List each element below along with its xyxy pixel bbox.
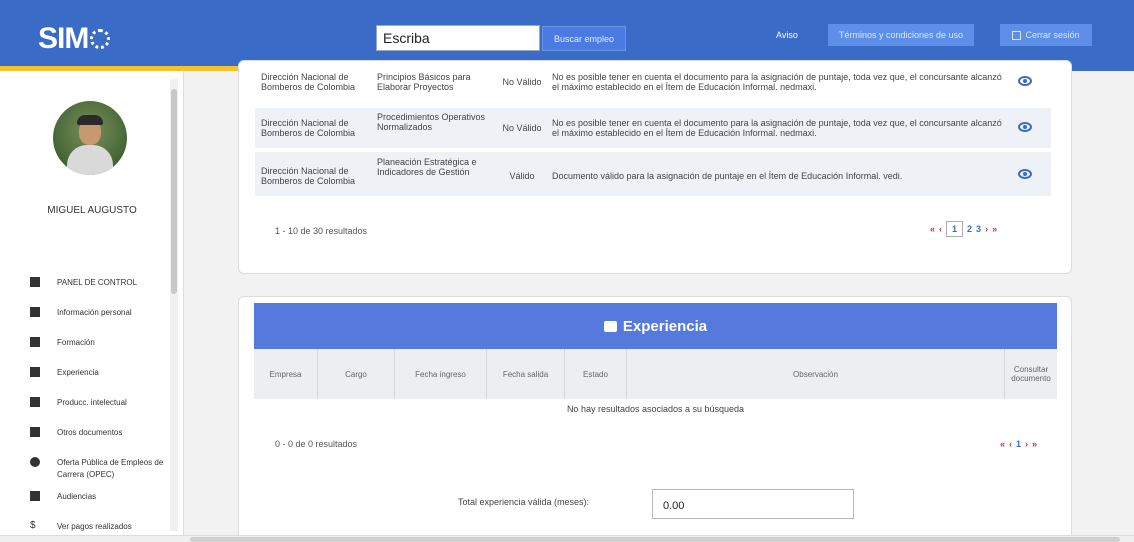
prev-page-button[interactable]: ‹ [939,224,942,234]
sidebar-item-label: Información personal [57,308,132,317]
sidebar-item-otros-documentos[interactable]: Otros documentos [30,427,170,457]
sidebar-item-audiencias[interactable]: Audiencias [30,491,170,521]
total-experience-label: Total experiencia válida (meses): [458,497,590,507]
institution-cell: Dirección Nacional de Bomberos de Colomb… [261,72,356,92]
page-1-button[interactable]: 1 [1016,439,1021,449]
status-cell: Válido [509,171,535,181]
sidebar-item-label: Experiencia [57,368,99,377]
people-icon [30,307,40,317]
sidebar: MIGUEL AUGUSTO PANEL DE CONTROL Informac… [0,71,184,535]
next-page-button[interactable]: › [1025,439,1028,449]
eye-icon[interactable] [1018,76,1032,86]
sidebar-item-personal[interactable]: Información personal [30,307,170,337]
first-page-button[interactable]: « [1000,439,1005,449]
audience-icon [30,491,40,501]
globe-icon [30,457,40,467]
pagination: « ‹ 1 2 3 › » [930,221,997,237]
horizontal-scrollbar[interactable] [0,535,1134,542]
gear-logo-icon [90,29,111,49]
observation-cell: Documento válido para la asignación de p… [552,171,903,181]
sidebar-item-opec[interactable]: Oferta Pública de Empleos de Carrera (OP… [30,457,170,491]
status-cell: No Válido [502,77,542,87]
first-page-button[interactable]: « [930,224,935,234]
results-count: 0 - 0 de 0 resultados [275,439,358,449]
book-icon [30,397,40,407]
observation-cell: No es posible tener en cuenta el documen… [552,72,1002,92]
sidebar-item-experiencia[interactable]: Experiencia [30,367,170,397]
last-page-button[interactable]: » [1032,439,1037,449]
sidebar-item-label: Ver pagos realizados [57,522,132,531]
page-2-button[interactable]: 2 [967,224,972,234]
sidebar-scrollbar[interactable] [170,79,178,531]
institution-cell: Dirección Nacional de Bomberos de Colomb… [261,166,356,186]
dashboard-icon [30,277,40,287]
aviso-link[interactable]: Aviso [776,30,798,40]
table-row: Dirección Nacional de Bomberos de Colomb… [255,108,1051,148]
eye-icon[interactable] [1018,122,1032,132]
sidebar-item-label: Formación [57,338,95,347]
experience-header: Experiencia [254,303,1057,349]
no-results-message: No hay resultados asociados a su búsqued… [566,404,745,414]
dollar-icon: $ [30,520,36,531]
avatar [53,101,127,175]
course-cell: Procedimientos Operativos Normalizados [377,112,486,132]
last-page-button[interactable]: » [992,224,997,234]
search-input[interactable]: Escriba [376,25,540,51]
briefcase-icon [603,320,617,332]
experience-title: Experiencia [622,317,708,335]
column-header[interactable]: Consultar documento [1005,349,1057,399]
sidebar-item-formacion[interactable]: Formación [30,337,170,367]
page-3-button[interactable]: 3 [976,224,981,234]
column-header[interactable]: Fecha salida [487,349,565,399]
sidebar-item-label: Audiencias [57,492,97,501]
experience-table-header: Empresa Cargo Fecha ingreso Fecha salida… [254,349,1057,399]
search-jobs-button[interactable]: Buscar empleo [542,26,626,51]
briefcase-icon [30,367,40,377]
logout-button[interactable]: Cerrar sesión [1000,24,1092,46]
terms-button[interactable]: Términos y condiciones de uso [828,24,974,46]
column-header[interactable]: Fecha ingreso [395,349,487,399]
results-count: 1 - 10 de 30 resultados [275,226,368,236]
sidebar-menu: PANEL DE CONTROL Información personal Fo… [30,277,170,542]
sidebar-item-label: Oferta Pública de Empleos de Carrera (OP… [57,458,164,479]
column-header[interactable]: Estado [565,349,627,399]
page-1-button[interactable]: 1 [946,221,964,237]
table-row: Dirección Nacional de Bomberos de Colomb… [255,72,1051,100]
course-cell: Planeación Estratégica e Indicadores de … [377,157,477,177]
prev-page-button[interactable]: ‹ [1009,439,1012,449]
graduation-icon [30,337,40,347]
column-header[interactable]: Empresa [254,349,318,399]
column-header[interactable]: Observación [627,349,1005,399]
simo-logo[interactable]: SIM [38,22,111,56]
observation-cell: No es posible tener en cuenta el documen… [552,118,1002,138]
column-header[interactable]: Cargo [318,349,395,399]
sidebar-item-panel[interactable]: PANEL DE CONTROL [30,277,170,307]
eye-icon[interactable] [1018,169,1032,179]
sidebar-item-label: Producc. intelectual [57,398,127,407]
total-experience-field: 0.00 [652,489,854,519]
institution-cell: Dirección Nacional de Bomberos de Colomb… [261,118,356,138]
top-bar: SIM Escriba Buscar empleo Aviso Términos… [0,0,1134,68]
next-page-button[interactable]: › [985,224,988,234]
logout-icon [1012,30,1022,40]
table-row: Dirección Nacional de Bomberos de Colomb… [255,152,1051,196]
sidebar-item-label: Otros documentos [57,428,123,437]
document-icon [30,427,40,437]
user-name: MIGUEL AUGUSTO [47,205,137,216]
sidebar-item-produccion[interactable]: Producc. intelectual [30,397,170,427]
status-cell: No Válido [502,123,542,133]
course-cell: Principios Básicos para Elaborar Proyect… [377,72,471,92]
pagination: « ‹ 1 › » [1000,439,1037,449]
logout-label: Cerrar sesión [1025,30,1080,40]
sidebar-item-label: PANEL DE CONTROL [57,278,138,287]
